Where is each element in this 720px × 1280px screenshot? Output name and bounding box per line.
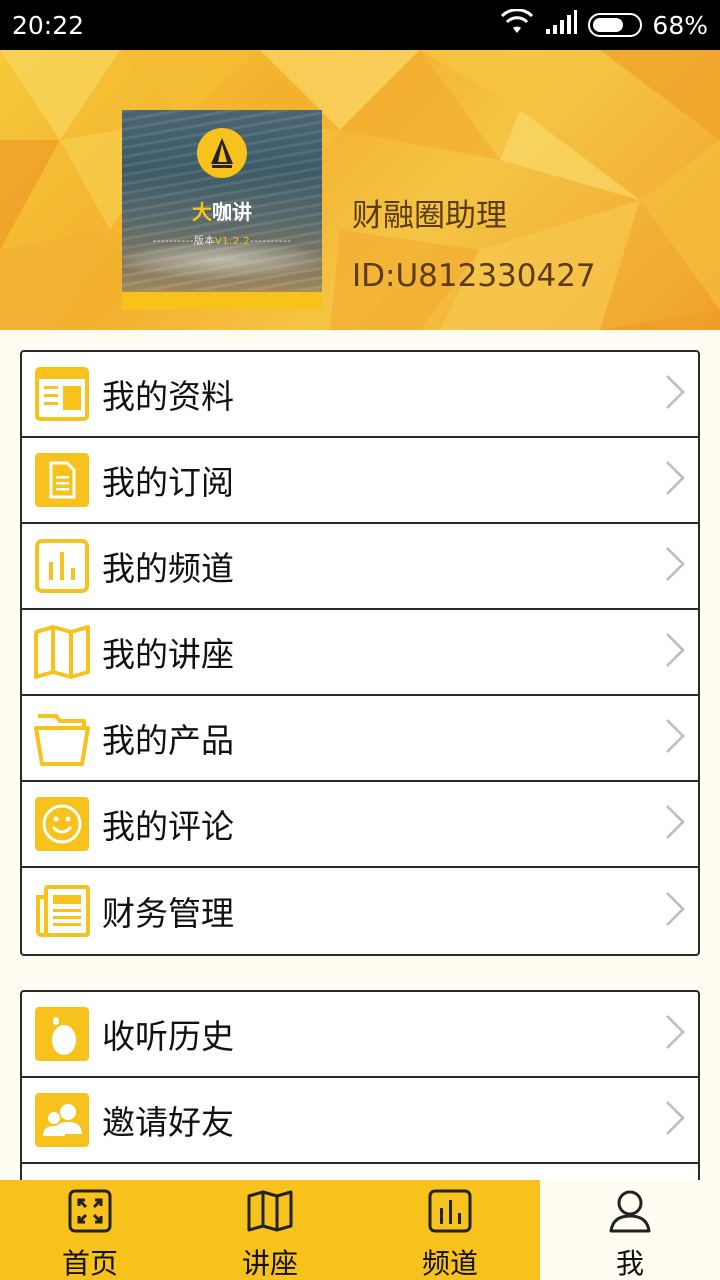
menu-label: 我的订阅 <box>102 463 234 502</box>
menu-item-my-lectures[interactable]: 我的讲座 <box>22 610 698 696</box>
menu-item-my-products[interactable]: 我的产品 <box>22 696 698 782</box>
chevron-right-icon <box>664 891 686 931</box>
user-icon <box>607 1188 653 1238</box>
folder-icon <box>34 710 90 766</box>
menu-label: 我的讲座 <box>102 635 234 674</box>
profile-icon <box>34 366 90 422</box>
menu-item-listening-history[interactable]: 收听历史 <box>22 992 698 1078</box>
chevron-right-icon <box>664 1014 686 1054</box>
nav-label: 首页 <box>61 1247 118 1280</box>
menu-label: 我的评论 <box>102 807 234 846</box>
document-icon <box>34 452 90 508</box>
map-icon <box>34 624 90 680</box>
newspaper-icon <box>34 883 90 939</box>
nav-tab-channels[interactable]: 频道 <box>360 1180 540 1280</box>
nav-tab-me[interactable]: 我 <box>540 1180 720 1280</box>
battery-percent: 68% <box>652 10 708 40</box>
channel-icon <box>34 538 90 594</box>
signal-icon <box>544 9 578 41</box>
status-icons: 68% <box>500 8 708 41</box>
menu-label: 收听历史 <box>102 1017 234 1056</box>
avatar-brand: 大咖讲 <box>192 200 252 224</box>
menu-label: 我的资料 <box>102 377 234 416</box>
nav-label: 频道 <box>421 1247 478 1280</box>
nav-label: 讲座 <box>241 1247 298 1280</box>
nav-label: 我 <box>615 1247 644 1280</box>
menu-item-my-comments[interactable]: 我的评论 <box>22 782 698 868</box>
menu-label: 我的频道 <box>102 549 234 588</box>
sailboat-logo-icon <box>197 128 247 178</box>
menu-group-social: 收听历史 邀请好友 <box>20 990 700 1190</box>
user-name: 财融圈助理 <box>352 198 507 234</box>
chevron-right-icon <box>664 804 686 844</box>
nav-tab-home[interactable]: 首页 <box>0 1180 180 1280</box>
menu-group-account: 我的资料 我的订阅 我的频道 我的讲座 我的产品 我的评论 财务管理 <box>20 350 700 956</box>
menu-item-my-profile[interactable]: 我的资料 <box>22 352 698 438</box>
menu-label: 财务管理 <box>102 894 234 933</box>
bottom-nav: 首页 讲座 频道 我 <box>0 1180 720 1280</box>
friends-icon <box>34 1092 90 1148</box>
menu-label: 邀请好友 <box>102 1103 234 1142</box>
status-time: 20:22 <box>12 10 85 40</box>
smiley-icon <box>34 796 90 852</box>
menu-item-invite-friends[interactable]: 邀请好友 <box>22 1078 698 1164</box>
chart-icon <box>427 1188 473 1238</box>
footprint-icon <box>34 1006 90 1062</box>
avatar[interactable]: 大咖讲 ----------版本V1.2.2---------- <box>122 110 322 310</box>
chevron-right-icon <box>664 460 686 500</box>
chevron-right-icon <box>664 374 686 414</box>
wifi-icon <box>500 8 534 41</box>
menu-item-my-channels[interactable]: 我的频道 <box>22 524 698 610</box>
map-icon <box>247 1188 293 1238</box>
profile-header: 大咖讲 ----------版本V1.2.2---------- 财融圈助理 I… <box>0 50 720 330</box>
chevron-right-icon <box>664 546 686 586</box>
battery-icon <box>588 13 643 37</box>
user-id: ID:U812330427 <box>352 258 596 294</box>
chevron-right-icon <box>664 718 686 758</box>
nav-tab-lectures[interactable]: 讲座 <box>180 1180 360 1280</box>
menu-item-my-subscriptions[interactable]: 我的订阅 <box>22 438 698 524</box>
expand-icon <box>67 1188 113 1238</box>
chevron-right-icon <box>664 632 686 672</box>
menu-label: 我的产品 <box>102 721 234 760</box>
status-bar: 20:22 68% <box>0 0 720 50</box>
avatar-version: ----------版本V1.2.2---------- <box>152 236 292 247</box>
menu-item-finance[interactable]: 财务管理 <box>22 868 698 954</box>
chevron-right-icon <box>664 1100 686 1140</box>
